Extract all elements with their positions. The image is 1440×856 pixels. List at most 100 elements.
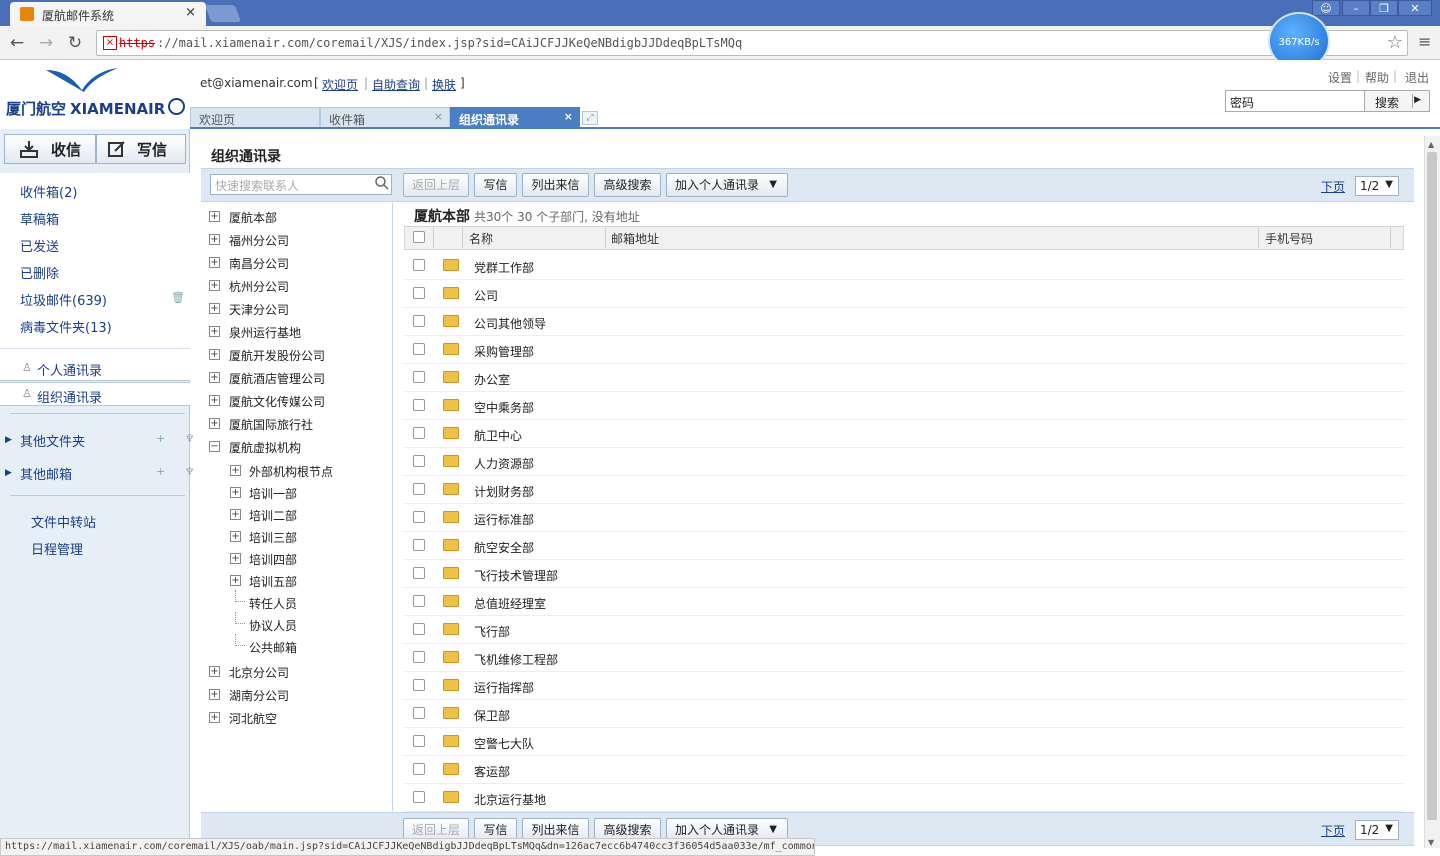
- file-transfer-link[interactable]: 文件中转站: [31, 512, 96, 531]
- search-button[interactable]: 搜索 ▶: [1364, 90, 1430, 112]
- other-mailboxes-section[interactable]: 其他邮箱: [20, 464, 72, 483]
- settings-link[interactable]: 设置: [1328, 69, 1352, 86]
- row-checkbox[interactable]: [413, 427, 425, 439]
- next-page-link-bottom[interactable]: 下页: [1321, 822, 1345, 839]
- tree-node-child[interactable]: 外部机构根节点: [249, 463, 333, 480]
- other-folders-section[interactable]: 其他文件夹: [20, 431, 85, 450]
- tree-node[interactable]: 北京分公司: [229, 664, 289, 681]
- table-row[interactable]: [404, 616, 1404, 644]
- row-checkbox[interactable]: [413, 483, 425, 495]
- tree-node[interactable]: 厦航虚拟机构: [229, 439, 301, 456]
- table-row[interactable]: [404, 364, 1404, 392]
- close-tab-icon[interactable]: ×: [564, 110, 573, 123]
- browser-tab[interactable]: 厦航邮件系统 ×: [10, 2, 206, 26]
- tree-node-child[interactable]: 培训二部: [249, 507, 297, 524]
- tree-node[interactable]: 河北航空: [229, 710, 277, 727]
- dropdown-arrow-icon[interactable]: ▶: [1414, 95, 1421, 105]
- row-checkbox[interactable]: [413, 623, 425, 635]
- tree-node[interactable]: 湖南分公司: [229, 687, 289, 704]
- tree-node-child[interactable]: 培训五部: [249, 573, 297, 590]
- row-checkbox[interactable]: [413, 567, 425, 579]
- tree-node-child[interactable]: 公共邮箱: [249, 639, 297, 656]
- row-checkbox[interactable]: [413, 651, 425, 663]
- browser-menu-icon[interactable]: ≡: [1418, 32, 1431, 51]
- tab-welcome[interactable]: 欢迎页: [190, 107, 320, 128]
- row-checkbox[interactable]: [413, 735, 425, 747]
- contact-search-input[interactable]: 快速搜索联系人: [210, 174, 392, 195]
- collapse-toggle-icon[interactable]: −: [209, 441, 220, 452]
- tree-node-child[interactable]: 培训三部: [249, 529, 297, 546]
- page-select[interactable]: 1/2 ▼: [1355, 176, 1399, 196]
- row-checkbox[interactable]: [413, 315, 425, 327]
- write-button[interactable]: 写信: [474, 173, 517, 197]
- tree-node[interactable]: 厦航酒店管理公司: [229, 370, 325, 387]
- receive-mail-button[interactable]: 收信: [4, 134, 96, 164]
- tree-node[interactable]: 福州分公司: [229, 232, 289, 249]
- tree-node-child[interactable]: 转任人员: [249, 595, 297, 612]
- department-name[interactable]: 北京运行基地: [474, 791, 546, 808]
- department-name[interactable]: 办公室: [474, 371, 510, 388]
- expand-toggle-icon[interactable]: +: [209, 712, 220, 723]
- reload-icon[interactable]: ↻: [64, 33, 86, 53]
- expand-toggle-icon[interactable]: +: [209, 211, 220, 222]
- table-row[interactable]: [404, 308, 1404, 336]
- self-service-link[interactable]: 自助查询: [372, 76, 420, 93]
- department-name[interactable]: 运行指挥部: [474, 679, 534, 696]
- row-checkbox[interactable]: [413, 259, 425, 271]
- column-phone[interactable]: 手机号码: [1265, 230, 1313, 247]
- tree-node[interactable]: 厦航文化传媒公司: [229, 393, 325, 410]
- folder-actions-icon[interactable]: + ♆: [156, 432, 203, 445]
- back-icon[interactable]: ←: [6, 33, 28, 53]
- expand-toggle-icon[interactable]: +: [230, 575, 241, 586]
- department-name[interactable]: 空中乘务部: [474, 399, 534, 416]
- row-checkbox[interactable]: [413, 371, 425, 383]
- folder-inbox[interactable]: 收件箱(2): [20, 182, 77, 201]
- advanced-search-button[interactable]: 高级搜索: [594, 173, 661, 197]
- table-row[interactable]: [404, 252, 1404, 280]
- expand-toggle-icon[interactable]: +: [230, 487, 241, 498]
- row-checkbox[interactable]: [413, 791, 425, 803]
- mail-search-input[interactable]: 密码: [1225, 90, 1365, 112]
- restore-button[interactable]: ❐: [1370, 0, 1398, 16]
- folder-drafts[interactable]: 草稿箱: [20, 209, 59, 228]
- department-name[interactable]: 公司: [474, 287, 498, 304]
- table-row[interactable]: [404, 504, 1404, 532]
- table-row[interactable]: [404, 280, 1404, 308]
- bookmark-star-icon[interactable]: ☆: [1387, 32, 1403, 53]
- folder-deleted[interactable]: 已删除: [20, 263, 59, 282]
- welcome-link[interactable]: 欢迎页: [322, 76, 358, 93]
- department-name[interactable]: 党群工作部: [474, 259, 534, 276]
- department-name[interactable]: 计划财务部: [474, 483, 534, 500]
- department-name[interactable]: 总值班经理室: [474, 595, 546, 612]
- tree-node[interactable]: 厦航开发股份公司: [229, 347, 325, 364]
- new-tab-button[interactable]: [204, 5, 242, 22]
- next-page-link[interactable]: 下页: [1321, 178, 1345, 195]
- tree-node[interactable]: 南昌分公司: [229, 255, 289, 272]
- tree-node-child[interactable]: 培训四部: [249, 551, 297, 568]
- list-received-button[interactable]: 列出来信: [522, 173, 589, 197]
- tree-node[interactable]: 天津分公司: [229, 301, 289, 318]
- close-tab-icon[interactable]: ×: [434, 110, 443, 123]
- tree-node-child[interactable]: 培训一部: [249, 485, 297, 502]
- department-name[interactable]: 保卫部: [474, 707, 510, 724]
- row-checkbox[interactable]: [413, 343, 425, 355]
- add-personal-contacts-button[interactable]: 加入个人通讯录 ▼: [666, 173, 788, 197]
- table-row[interactable]: [404, 420, 1404, 448]
- expand-toggle-icon[interactable]: +: [209, 689, 220, 700]
- org-contacts-link[interactable]: 组织通讯录: [37, 387, 102, 406]
- expand-toggle-icon[interactable]: +: [209, 349, 220, 360]
- tab-expand-icon[interactable]: ⤢: [582, 111, 598, 125]
- column-email[interactable]: 邮箱地址: [611, 230, 659, 247]
- close-tab-icon[interactable]: ×: [185, 5, 196, 20]
- expand-toggle-icon[interactable]: +: [209, 418, 220, 429]
- department-name[interactable]: 航空安全部: [474, 539, 534, 556]
- compose-mail-button[interactable]: 写信: [96, 134, 186, 164]
- folder-virus[interactable]: 病毒文件夹(13): [20, 317, 112, 336]
- expand-toggle-icon[interactable]: +: [209, 257, 220, 268]
- tree-node[interactable]: 泉州运行基地: [229, 324, 301, 341]
- tab-org-contacts[interactable]: 组织通讯录 ×: [450, 107, 580, 128]
- table-row[interactable]: [404, 476, 1404, 504]
- minimize-button[interactable]: –: [1342, 0, 1370, 16]
- logout-link[interactable]: 退出: [1405, 69, 1429, 86]
- scroll-up-icon[interactable]: ▲: [1428, 140, 1434, 149]
